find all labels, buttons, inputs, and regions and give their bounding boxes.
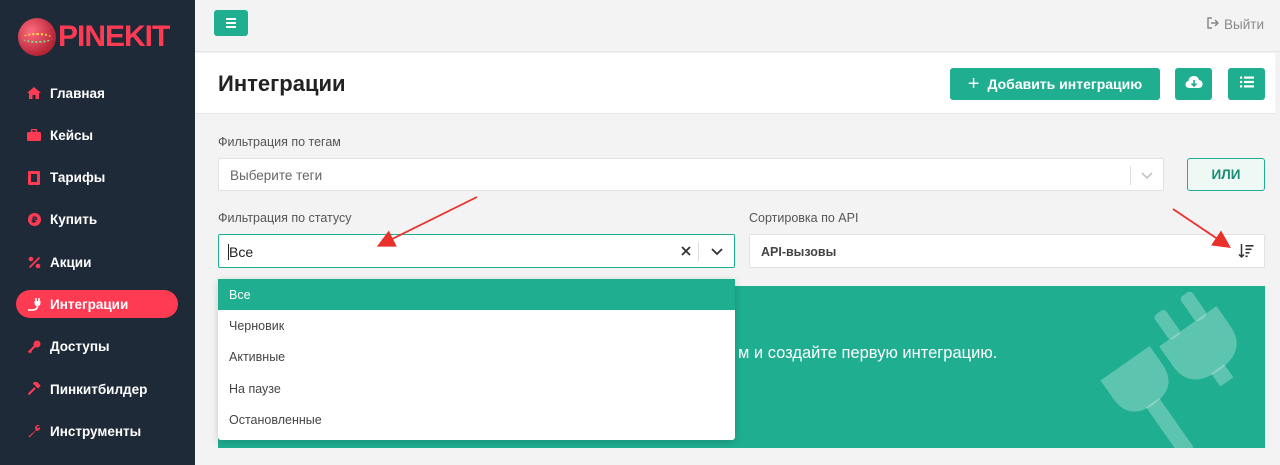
list-view-button[interactable] <box>1228 68 1265 100</box>
sidebar-item-label: Тарифы <box>50 170 106 186</box>
status-option[interactable]: На паузе <box>218 373 735 404</box>
wrench-icon <box>26 424 42 438</box>
add-integration-label: Добавить интеграцию <box>987 76 1143 92</box>
sidebar-item-builder[interactable]: Пинкитбилдер <box>16 375 178 403</box>
sidebar-item-label: Доступы <box>50 339 110 355</box>
empty-state-text: м и создайте первую интеграцию. <box>738 344 998 362</box>
sort-value: API-вызовы <box>761 245 837 259</box>
sort-direction-icon[interactable] <box>1238 243 1254 264</box>
sort-select[interactable]: API-вызовы <box>749 234 1265 268</box>
sidebar-item-label: Кейсы <box>50 127 94 143</box>
logo[interactable]: PINEKIT <box>18 18 170 56</box>
status-filter-label: Фильтрация по статусу <box>218 211 352 225</box>
logout-label: Выйти <box>1224 17 1264 32</box>
svg-text:₽: ₽ <box>31 216 37 226</box>
sidebar-menu: Главная Кейсы Тарифы ₽ Купить Акции Инте… <box>16 79 178 460</box>
sidebar-item-tools[interactable]: Инструменты <box>16 417 178 445</box>
key-icon <box>26 340 42 354</box>
ruble-icon: ₽ <box>26 213 42 227</box>
hamburger-icon <box>226 18 236 20</box>
logo-ball-icon <box>18 18 56 56</box>
cloud-download-button[interactable] <box>1175 68 1212 100</box>
sidebar-item-buy[interactable]: ₽ Купить <box>16 206 178 234</box>
percent-icon <box>26 255 42 269</box>
tariffs-icon <box>26 170 42 185</box>
sidebar-item-access[interactable]: Доступы <box>16 333 178 361</box>
home-icon <box>26 86 42 100</box>
sidebar-item-label: Интеграции <box>50 296 129 312</box>
sidebar-item-label: Пинкитбилдер <box>50 381 148 397</box>
clear-icon[interactable] <box>680 242 692 265</box>
tag-filter-label: Фильтрация по тегам <box>218 135 341 149</box>
plug-illustration-icon <box>1100 291 1237 448</box>
sidebar-item-promos[interactable]: Акции <box>16 248 178 276</box>
status-option[interactable]: Все <box>218 279 735 311</box>
sidebar-item-integrations[interactable]: Интеграции <box>16 290 178 319</box>
cloud-download-icon <box>1185 75 1203 94</box>
status-filter-value: Все <box>229 244 254 260</box>
logout-link[interactable]: Выйти <box>1207 17 1264 32</box>
sidebar-item-label: Инструменты <box>50 423 142 439</box>
sidebar-item-label: Главная <box>50 85 105 101</box>
sort-label: Сортировка по API <box>749 211 859 225</box>
list-icon <box>1239 75 1254 93</box>
topbar: Выйти <box>195 0 1280 52</box>
hammer-icon <box>26 382 42 396</box>
logo-text: PINEKIT <box>58 20 170 53</box>
status-option[interactable]: Активные <box>218 342 735 373</box>
sidebar-item-home[interactable]: Главная <box>16 79 178 107</box>
sidebar-item-cases[interactable]: Кейсы <box>16 121 178 149</box>
tag-filter-placeholder: Выберите теги <box>230 168 323 183</box>
divider <box>698 242 699 261</box>
page-header: Интеграции + Добавить интеграцию <box>195 53 1275 114</box>
add-integration-button[interactable]: + Добавить интеграцию <box>950 68 1160 100</box>
briefcase-icon <box>26 128 42 142</box>
status-option[interactable]: Черновик <box>218 310 735 341</box>
sidebar-item-label: Акции <box>50 254 92 270</box>
or-toggle-button[interactable]: ИЛИ <box>1187 158 1265 191</box>
chevron-down-icon[interactable] <box>710 242 724 265</box>
tag-filter-select[interactable]: Выберите теги <box>218 158 1164 191</box>
sidebar-item-label: Купить <box>50 212 98 228</box>
page-title: Интеграции <box>218 71 346 96</box>
status-option[interactable]: Остановленные <box>218 405 735 436</box>
sidebar-item-tariffs[interactable]: Тарифы <box>16 164 178 192</box>
status-filter-select[interactable]: Все <box>218 234 735 268</box>
sign-out-icon <box>1207 17 1220 32</box>
plug-icon <box>26 297 42 312</box>
divider <box>1130 166 1131 185</box>
chevron-down-icon[interactable] <box>1141 166 1153 189</box>
status-dropdown-menu: Все Черновик Активные На паузе Остановле… <box>218 279 735 440</box>
sidebar: PINEKIT Главная Кейсы Тарифы ₽ Купить Ак… <box>0 0 195 465</box>
plus-icon: + <box>967 73 980 95</box>
menu-toggle-button[interactable] <box>214 10 248 36</box>
